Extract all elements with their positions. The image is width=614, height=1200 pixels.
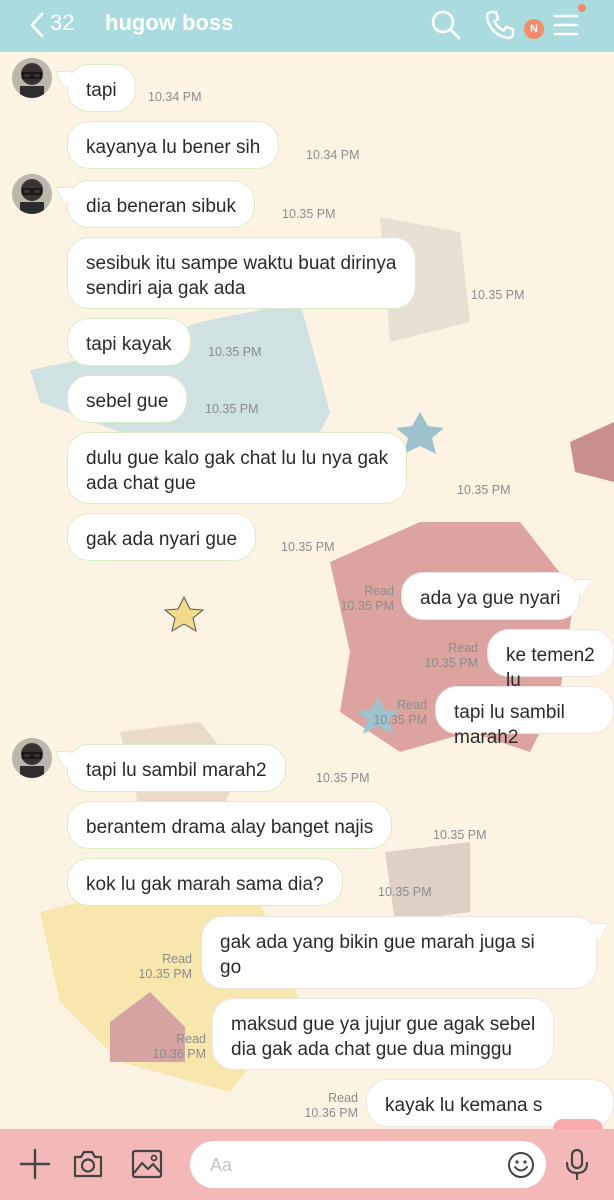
message-bubble[interactable]: tapi (67, 64, 136, 112)
message-time: 10.36 PM (304, 1106, 358, 1120)
chat-header: 32 hugow boss N (0, 0, 614, 52)
message-bubble[interactable]: maksud gue ya jujur gue agak sebel dia g… (212, 998, 555, 1070)
message-composer: Aa (0, 1129, 614, 1200)
message-time: 10.36 PM (152, 1047, 206, 1061)
avatar[interactable] (12, 58, 52, 98)
message-time: 10.35 PM (373, 713, 427, 727)
avatar[interactable] (12, 174, 52, 214)
new-indicator-dot (578, 4, 586, 12)
message-bubble[interactable]: kok lu gak marah sama dia? (67, 858, 343, 906)
message-time: 10.35 PM (457, 483, 511, 497)
read-receipt: Read (448, 641, 478, 655)
message-time: 10.35 PM (316, 771, 370, 785)
message-time: 10.35 PM (138, 967, 192, 981)
chat-title[interactable]: hugow boss (105, 10, 233, 36)
message-time: 10.35 PM (340, 599, 394, 613)
message-bubble[interactable]: tapi kayak (67, 318, 191, 366)
message-bubble[interactable]: dulu gue kalo gak chat lu lu nya gak ada… (67, 432, 408, 504)
message-bubble[interactable]: sebel gue (67, 375, 188, 423)
read-receipt: Read (397, 698, 427, 712)
unread-count[interactable]: 32 (50, 10, 74, 36)
read-receipt: Read (328, 1091, 358, 1105)
message-time: 10.35 PM (471, 288, 525, 302)
image-icon[interactable] (130, 1147, 164, 1181)
camera-icon[interactable] (71, 1147, 105, 1181)
search-icon[interactable] (429, 8, 463, 42)
message-time: 10.35 PM (424, 656, 478, 670)
message-time: 10.35 PM (208, 345, 262, 359)
message-bubble[interactable]: berantem drama alay banget najis (67, 801, 393, 849)
message-bubble[interactable]: tapi lu sambil marah2 (435, 686, 614, 748)
message-bubble[interactable]: gak ada yang bikin gue marah juga si go (201, 916, 597, 989)
message-time: 10.35 PM (433, 828, 487, 842)
notification-badge: N (524, 19, 544, 39)
message-bubble[interactable]: dia beneran sibuk (67, 180, 255, 228)
read-receipt: Read (364, 584, 394, 598)
message-bubble[interactable]: sesibuk itu sampe waktu buat dirinya sen… (67, 237, 416, 309)
read-receipt: Read (162, 952, 192, 966)
message-time: 10.35 PM (282, 207, 336, 221)
mic-icon[interactable] (560, 1147, 594, 1181)
message-time: 10.35 PM (378, 885, 432, 899)
read-receipt: Read (176, 1032, 206, 1046)
message-bubble[interactable]: tapi lu sambil marah2 (67, 744, 286, 792)
arrow-down-icon (553, 1119, 603, 1129)
message-time: 10.35 PM (281, 540, 335, 554)
message-bubble[interactable]: kayanya lu bener sih (67, 121, 280, 169)
chat-area[interactable]: tapi 10.34 PM kayanya lu bener sih 10.34… (0, 52, 614, 1129)
plus-icon[interactable] (18, 1147, 52, 1181)
message-input[interactable]: Aa (190, 1141, 546, 1188)
scroll-to-bottom-button[interactable] (553, 1119, 603, 1129)
message-time: 10.35 PM (205, 402, 259, 416)
menu-icon[interactable] (551, 8, 585, 42)
message-bubble[interactable]: ke temen2 lu (487, 629, 614, 691)
message-time: 10.34 PM (148, 90, 202, 104)
avatar[interactable] (12, 738, 52, 778)
message-bubble[interactable]: gak ada nyari gue (67, 513, 257, 561)
message-bubble[interactable]: ada ya gue nyari (401, 572, 580, 620)
emoji-icon[interactable] (506, 1150, 536, 1180)
message-time: 10.34 PM (306, 148, 360, 162)
phone-icon[interactable] (483, 8, 517, 42)
message-input-placeholder: Aa (210, 1155, 233, 1175)
